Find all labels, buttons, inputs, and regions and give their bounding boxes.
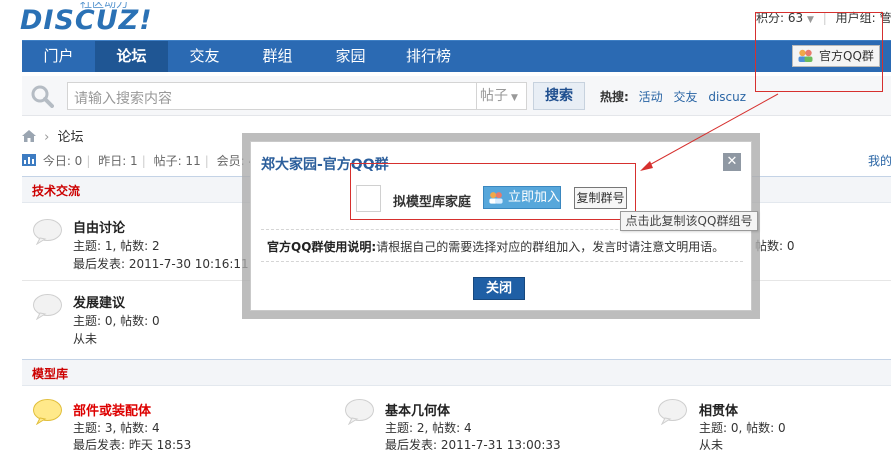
forum-bubble-new-icon[interactable] — [32, 398, 63, 425]
join-button-label: 立即加入 — [508, 190, 561, 205]
join-group-button[interactable]: 立即加入 — [483, 186, 561, 209]
breadcrumb: › 论坛 — [22, 126, 84, 145]
search-type-value: 帖子 — [480, 88, 508, 104]
stats-chart-icon — [22, 154, 36, 166]
category-title[interactable]: 模型库 — [32, 365, 68, 382]
hot-search-label: 热搜: — [600, 90, 629, 104]
dialog-description: 官方QQ群使用说明:请根据自己的需要选择对应的群组加入，发言时请注意文明用语。 — [267, 238, 724, 255]
my-link[interactable]: 我的 — [868, 152, 891, 169]
logo-text: DISCUZ! — [20, 5, 153, 36]
qq-group-icon — [489, 192, 503, 204]
nav-item-groups[interactable]: 群组 — [241, 41, 314, 72]
search-type-select[interactable]: 帖子 ▼ — [477, 82, 527, 110]
forum-title[interactable]: 相贯体 — [699, 400, 738, 419]
chevron-down-icon: ▼ — [511, 93, 518, 103]
group-name: 拟模型库家庭 — [393, 195, 472, 210]
forum-counts: 主题: 3, 帖数: 4 — [73, 421, 160, 435]
stat-today: 今日: 0 — [42, 154, 83, 168]
forum-last-post[interactable]: 最后发表: 2011-7-31 13:00:33 — [385, 436, 561, 450]
forum-stats: 今日: 0 | 昨日: 1 | 帖子: 11 | 会员: 4 — [22, 152, 256, 169]
nav-item-friends[interactable]: 交友 — [168, 41, 241, 72]
forum-title[interactable]: 自由讨论 — [73, 217, 125, 236]
forum-bubble-icon[interactable] — [344, 398, 375, 425]
dialog-divider — [261, 261, 743, 262]
chevron-right-icon: › — [44, 130, 50, 145]
stat-posts: 帖子: 11 — [153, 154, 201, 168]
forum-counts: 主题: 1, 帖数: 2 — [73, 239, 160, 253]
forum-counts: 主题: 0, 帖数: 0 — [699, 421, 786, 435]
forum-last-post[interactable]: 最后发表: 昨天 18:53 — [73, 436, 191, 450]
group-avatar — [356, 185, 381, 212]
home-icon[interactable] — [22, 130, 36, 142]
forum-counts: 主题: 0, 帖数: 0 — [73, 314, 160, 328]
search-input[interactable]: 请输入搜索内容 — [67, 82, 477, 110]
nav-item-forum[interactable]: 论坛 — [95, 41, 168, 72]
forum-last-post: 从未 — [699, 438, 724, 450]
breadcrumb-current: 论坛 — [57, 130, 84, 145]
forum-bubble-icon[interactable] — [32, 293, 63, 320]
forum-counts-partial: 帖数: 0 — [755, 239, 795, 253]
forum-title[interactable]: 基本几何体 — [385, 400, 450, 419]
nav-item-home[interactable]: 家园 — [314, 41, 387, 72]
forum-last-post: 从未 — [73, 332, 98, 346]
category-title[interactable]: 技术交流 — [32, 182, 80, 199]
annotation-highlight-box — [755, 12, 883, 92]
nav-item-portal[interactable]: 门户 — [22, 41, 95, 72]
forum-title[interactable]: 部件或装配体 — [73, 400, 151, 419]
description-label: 官方QQ群使用说明: — [267, 240, 377, 254]
copy-tooltip: 点击此复制该QQ群组号 — [620, 211, 758, 231]
site-logo[interactable]: 社区动力 DISCUZ! — [18, 2, 153, 36]
nav-item-ranking[interactable]: 排行榜 — [387, 41, 470, 72]
forum-bubble-icon[interactable] — [657, 398, 688, 425]
forum-title[interactable]: 发展建议 — [73, 292, 125, 311]
forum-counts: 主题: 2, 帖数: 4 — [385, 421, 472, 435]
description-text: 请根据自己的需要选择对应的群组加入，发言时请注意文明用语。 — [376, 240, 725, 254]
copy-group-number-button[interactable]: 复制群号 — [574, 187, 627, 209]
dialog-close-button[interactable]: 关闭 — [473, 277, 525, 300]
search-icon — [31, 85, 54, 108]
stat-yesterday: 昨日: 1 — [98, 154, 138, 168]
category-header[interactable]: 模型库 — [22, 359, 891, 386]
search-button[interactable]: 搜索 — [533, 82, 585, 110]
annotation-arrow — [640, 93, 779, 171]
forum-bubble-icon[interactable] — [32, 218, 63, 245]
forum-last-post[interactable]: 最后发表: 2011-7-30 10:16:11 — [73, 255, 249, 272]
